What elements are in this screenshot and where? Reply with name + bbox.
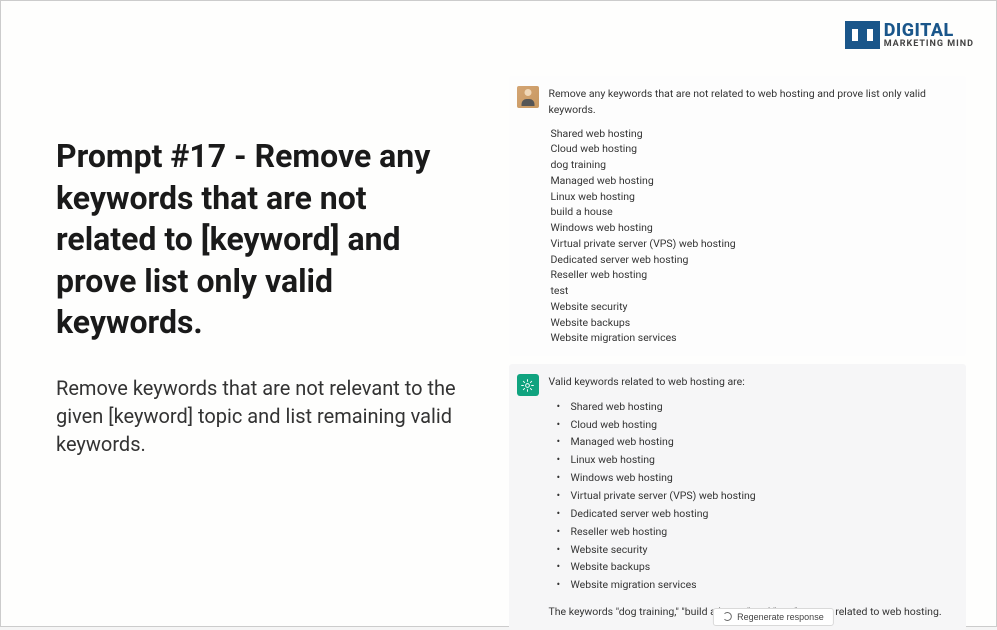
list-item: build a house xyxy=(551,204,955,220)
list-item: Reseller web hosting xyxy=(561,523,955,541)
list-item: Dedicated server web hosting xyxy=(551,252,955,268)
user-keyword-list: Shared web hostingCloud web hostingdog t… xyxy=(551,126,955,347)
logo-text: DIGITAL MARKETING MIND xyxy=(884,22,974,49)
refresh-icon xyxy=(723,612,732,621)
chat-panel: Remove any keywords that are not related… xyxy=(499,1,997,626)
list-item: Linux web hosting xyxy=(561,451,955,469)
user-message: Remove any keywords that are not related… xyxy=(509,76,967,356)
prompt-title: Prompt #17 - Remove any keywords that ar… xyxy=(56,136,459,344)
user-prompt-text: Remove any keywords that are not related… xyxy=(549,86,955,118)
list-item: Shared web hosting xyxy=(551,126,955,142)
list-item: Website migration services xyxy=(551,330,955,346)
assistant-message: Valid keywords related to web hosting ar… xyxy=(509,364,967,630)
list-item: Website backups xyxy=(561,558,955,576)
list-item: dog training xyxy=(551,157,955,173)
list-item: Dedicated server web hosting xyxy=(561,505,955,523)
regenerate-button[interactable]: Regenerate response xyxy=(713,608,834,626)
assistant-intro-text: Valid keywords related to web hosting ar… xyxy=(549,374,955,390)
slide-container: DIGITAL MARKETING MIND Prompt #17 - Remo… xyxy=(0,0,997,627)
list-item: Website security xyxy=(551,299,955,315)
list-item: Cloud web hosting xyxy=(561,416,955,434)
list-item: Windows web hosting xyxy=(551,220,955,236)
list-item: Website security xyxy=(561,541,955,559)
logo-text-top: DIGITAL xyxy=(884,22,974,40)
prompt-description: Remove keywords that are not relevant to… xyxy=(56,374,459,458)
list-item: Shared web hosting xyxy=(561,398,955,416)
left-content-panel: Prompt #17 - Remove any keywords that ar… xyxy=(1,1,499,626)
logo-text-bottom: MARKETING MIND xyxy=(884,40,974,49)
logo-icon xyxy=(845,21,880,49)
list-item: Windows web hosting xyxy=(561,469,955,487)
list-item: Website migration services xyxy=(561,576,955,594)
user-avatar-icon xyxy=(517,86,539,108)
list-item: Virtual private server (VPS) web hosting xyxy=(561,487,955,505)
list-item: Virtual private server (VPS) web hosting xyxy=(551,236,955,252)
list-item: Cloud web hosting xyxy=(551,141,955,157)
list-item: Website backups xyxy=(551,315,955,331)
list-item: Reseller web hosting xyxy=(551,267,955,283)
list-item: Linux web hosting xyxy=(551,189,955,205)
brand-logo: DIGITAL MARKETING MIND xyxy=(845,21,974,49)
list-item: test xyxy=(551,283,955,299)
list-item: Managed web hosting xyxy=(551,173,955,189)
list-item: Managed web hosting xyxy=(561,433,955,451)
ai-avatar-icon xyxy=(517,374,539,396)
assistant-valid-keyword-list: Shared web hostingCloud web hostingManag… xyxy=(561,398,955,594)
regenerate-label: Regenerate response xyxy=(737,612,824,622)
